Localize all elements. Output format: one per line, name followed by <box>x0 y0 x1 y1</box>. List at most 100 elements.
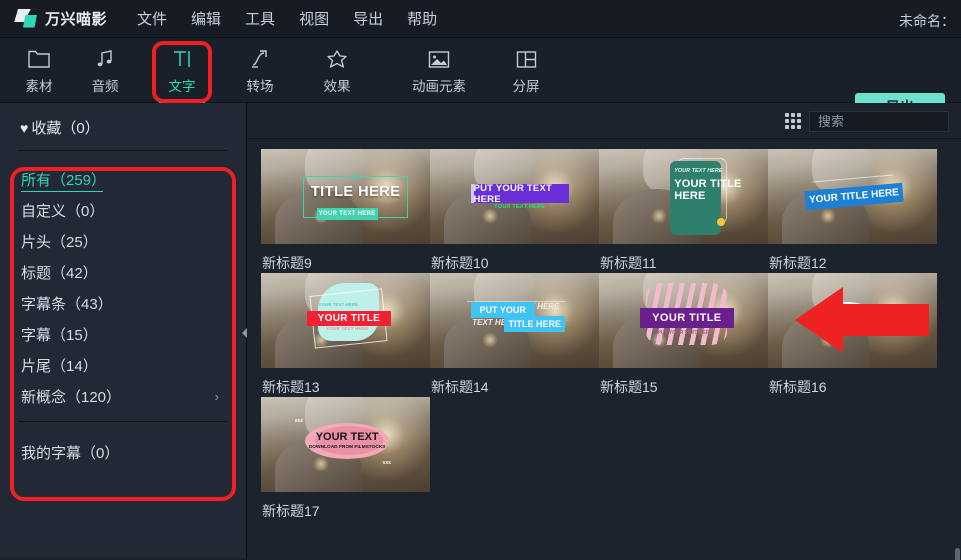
sidebar-item-ending[interactable]: 片尾（14） <box>0 350 246 381</box>
template-thumbnail[interactable]: YOUR TEXT HERE YOUR TITLE HERE <box>599 149 768 244</box>
toolbar-label-transition: 转场 <box>246 79 274 94</box>
annotation-arrow-left <box>795 285 929 355</box>
overlay-subtitle: YOUR TEXT HERE <box>674 168 723 174</box>
overlay-text-d-label: TITLE HERE <box>508 318 562 329</box>
overlay-title: YOUR TEXT <box>315 431 379 444</box>
sidebar-item-all[interactable]: 所有（259） <box>0 164 246 195</box>
toolbar-item-split-screen[interactable]: 分屏 <box>487 44 565 98</box>
sidebar-item-opening[interactable]: 片头（25） <box>0 226 246 257</box>
overlay-subtitle: YOUR TEXT HERE <box>326 327 369 333</box>
music-note-icon <box>95 47 115 71</box>
grid-cell[interactable]: TITLE HERE YOUR TEXT HERE 新标题9 <box>261 149 430 273</box>
overlay-line <box>467 300 566 302</box>
template-thumbnail[interactable]: TEXT HERE PUT YOUR TEXT HERE TITLE HERE <box>430 273 599 368</box>
template-label: 新标题15 <box>600 379 658 395</box>
template-label: 新标题14 <box>431 379 489 395</box>
app-window: 万兴喵影 文件 编辑 工具 视图 导出 帮助 未命名： 素材 音频 文字 转场 … <box>0 0 961 560</box>
sidebar-item-favorites[interactable]: ♥ 收藏（0） <box>20 117 246 138</box>
template-label: 新标题16 <box>769 379 827 395</box>
menu-export[interactable]: 导出 <box>353 8 383 29</box>
overlay-mark-2: xxx <box>382 459 392 466</box>
toolbar-label-effects: 效果 <box>323 79 351 94</box>
transition-arrow-icon <box>249 47 271 71</box>
template-label: 新标题12 <box>769 255 827 271</box>
text-t-icon <box>171 47 193 71</box>
search-box[interactable] <box>809 111 961 132</box>
my-captions-label: 我的字幕（0） <box>21 445 120 462</box>
grid-cell[interactable]: PUT YOUR TEXT HERE YOUR TEXT HERE 新标题10 <box>430 149 599 273</box>
title-bar: 万兴喵影 文件 编辑 工具 视图 导出 帮助 未命名： <box>0 0 961 38</box>
category-label: 自定义（0） <box>21 203 105 220</box>
grid-cell[interactable]: YOUR TEXT HERE YOUR TITLE HERE 新标题11 <box>599 149 768 273</box>
template-thumbnail[interactable]: YOUR TITLE HERE <box>768 149 937 244</box>
toolbar-item-animation-elements[interactable]: 动画元素 <box>391 44 487 98</box>
template-thumbnail[interactable]: xxx xxx YOUR TEXT DOWNLOAD FROM FILMSTOC… <box>261 397 430 492</box>
grid-view-icon[interactable] <box>785 113 801 129</box>
grid-cell[interactable]: xxx xxx YOUR TEXT DOWNLOAD FROM FILMSTOC… <box>261 397 430 521</box>
overlay-title-bar: YOUR TITLE <box>639 308 735 329</box>
overlay-title: YOUR TITLE HERE <box>808 187 900 206</box>
sidebar-item-custom[interactable]: 自定义（0） <box>0 195 246 226</box>
toolbar-label-split-screen: 分屏 <box>512 79 540 94</box>
overlay-subtitle: YOUR TEXT HERE <box>316 207 378 220</box>
overlay-subtitle: DOWNLOAD FROM FILMSTOCKS <box>308 445 386 451</box>
sidebar-item-subtitle-bar[interactable]: 字幕条（43） <box>0 288 246 319</box>
toolbar-item-transition[interactable]: 转场 <box>221 44 299 98</box>
template-thumbnail[interactable]: YOUR TITLE PUT YOUR TEXT HERE <box>599 273 768 368</box>
document-title: 未命名： <box>899 13 955 29</box>
template-thumbnail[interactable]: YOUR TEXT HERE YOUR TITLE YOUR TEXT HERE <box>261 273 430 368</box>
chevron-left-icon <box>241 328 247 338</box>
grid-cell[interactable]: YOUR TITLE PUT YOUR TEXT HERE 新标题15 <box>599 273 768 397</box>
overlay-mark-1: xxx <box>294 417 304 424</box>
sidebar-item-title[interactable]: 标题（42） <box>0 257 246 288</box>
sidebar-item-new-concept[interactable]: 新概念（120） › <box>0 381 246 412</box>
category-label: 新概念（120） <box>21 389 122 406</box>
toolbar-label-media: 素材 <box>25 79 53 94</box>
toolbar-item-text[interactable]: 文字 <box>143 44 221 103</box>
overlay-title: TITLE HERE <box>310 184 401 201</box>
overlay-title-bar: YOUR TITLE <box>306 311 392 326</box>
search-input[interactable] <box>810 114 961 129</box>
heart-icon: ♥ <box>20 119 29 136</box>
main-toolbar: 素材 音频 文字 转场 效果 动画元素 分屏 <box>0 38 961 121</box>
content-scrollbar-track[interactable] <box>954 140 961 560</box>
overlay-title: YOUR TITLE HERE <box>674 177 742 202</box>
panel-collapse-handle[interactable] <box>240 322 248 344</box>
selected-underline <box>21 191 103 192</box>
sidebar-item-subtitle[interactable]: 字幕（15） <box>0 319 246 350</box>
toolbar-item-audio[interactable]: 音频 <box>66 44 144 98</box>
menu-help[interactable]: 帮助 <box>407 8 437 29</box>
sidebar-divider-bottom <box>18 421 228 422</box>
sidebar-item-my-captions[interactable]: 我的字幕（0） <box>0 437 246 468</box>
favorites-label: 收藏（0） <box>31 120 100 137</box>
star-effect-icon <box>326 47 348 71</box>
left-sidebar: ♥ 收藏（0） 所有（259） 自定义（0） 片头（25） 标题（42） 字幕条… <box>0 103 247 558</box>
template-thumbnail[interactable]: PUT YOUR TEXT HERE YOUR TEXT HERE <box>430 149 599 244</box>
grid-cell[interactable]: TEXT HERE PUT YOUR TEXT HERE TITLE HERE … <box>430 273 599 397</box>
brand-name: 万兴喵影 <box>45 11 108 28</box>
category-list: 所有（259） 自定义（0） 片头（25） 标题（42） 字幕条（43） 字幕（… <box>0 164 246 412</box>
category-label: 字幕条（43） <box>21 296 113 313</box>
template-label: 新标题10 <box>431 255 489 271</box>
grid-cell[interactable]: YOUR TEXT HERE YOUR TITLE YOUR TEXT HERE… <box>261 273 430 397</box>
folder-icon <box>28 47 50 71</box>
menu-tools[interactable]: 工具 <box>245 8 275 29</box>
image-element-icon <box>428 47 450 71</box>
menu-file[interactable]: 文件 <box>137 8 167 29</box>
category-label: 字幕（15） <box>21 327 98 344</box>
template-thumbnail[interactable]: TITLE HERE YOUR TEXT HERE <box>261 149 430 244</box>
category-label: 片头（25） <box>21 234 98 251</box>
toolbar-label-audio: 音频 <box>91 79 119 94</box>
menu-view[interactable]: 视图 <box>299 8 329 29</box>
overlay-title-bar: PUT YOUR TEXT HERE <box>470 183 569 205</box>
grid-cell[interactable]: YOUR TITLE HERE 新标题12 <box>768 149 937 273</box>
chevron-right-icon: › <box>214 389 219 404</box>
overlay-text-a-label: PUT YOUR <box>479 305 526 316</box>
toolbar-item-effects[interactable]: 效果 <box>298 44 376 98</box>
menu-edit[interactable]: 编辑 <box>191 8 221 29</box>
content-scrollbar-thumb[interactable] <box>955 548 960 560</box>
overlay-subtitle: PUT YOUR TEXT HERE <box>657 330 713 336</box>
overlay-tiny-text: YOUR TEXT HERE <box>318 302 358 308</box>
brand: 万兴喵影 <box>14 8 107 30</box>
content-header <box>248 103 961 139</box>
